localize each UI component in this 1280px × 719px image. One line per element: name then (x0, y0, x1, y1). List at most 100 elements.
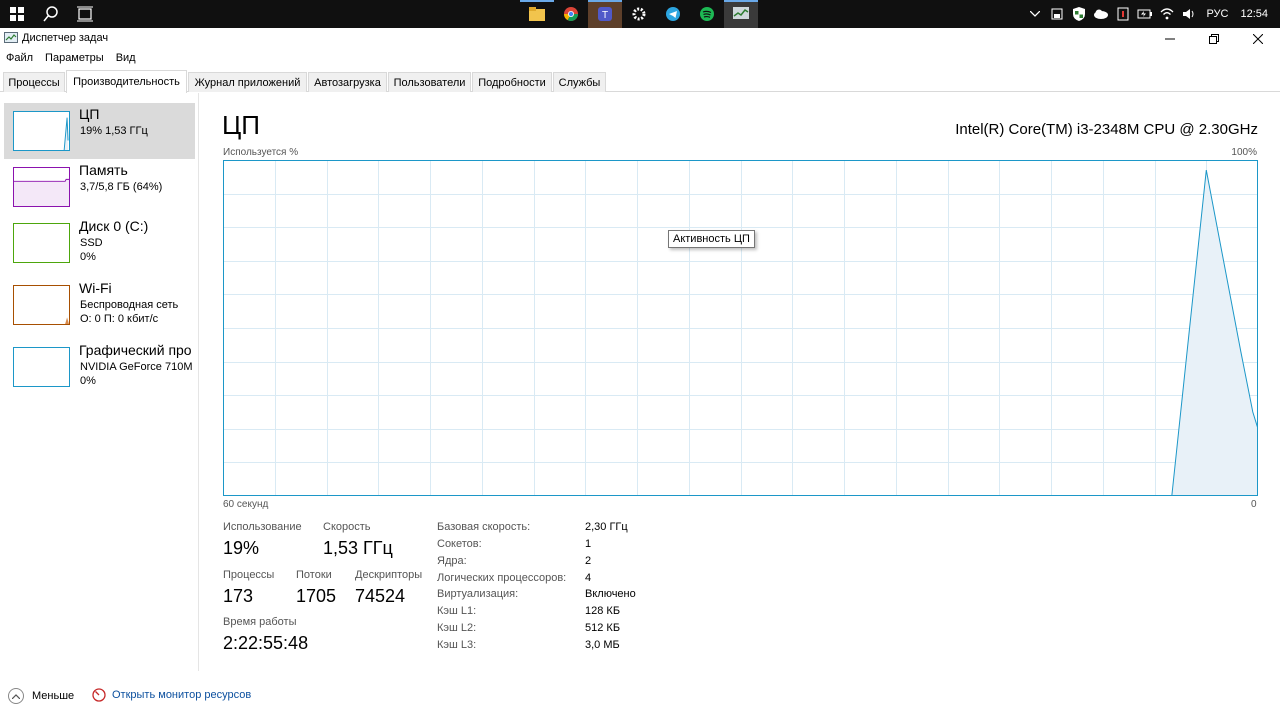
explorer-app[interactable] (520, 0, 554, 28)
threads-value: 1705 (296, 586, 337, 606)
minimize-icon (1165, 38, 1175, 40)
resource-wifi[interactable]: Wi-Fi Беспроводная сеть О: 0 П: 0 кбит/с (4, 277, 195, 333)
maximize-button[interactable] (1192, 28, 1236, 50)
resource-detail: SSD (80, 237, 103, 249)
spec-value: 4 (585, 572, 592, 584)
resource-cpu[interactable]: ЦП 19% 1,53 ГГц (4, 103, 195, 159)
resource-name: Графический про (79, 342, 192, 358)
usage-value: 19% (223, 538, 260, 558)
chevron-up-icon[interactable] (1024, 0, 1046, 28)
menu-options[interactable]: Параметры (39, 50, 110, 68)
chevron-up-icon (8, 688, 24, 704)
chrome-icon (564, 7, 578, 21)
clock[interactable]: 12:54 (1234, 8, 1280, 20)
settings-app[interactable] (622, 0, 656, 28)
svg-text:T: T (602, 10, 608, 21)
close-button[interactable] (1236, 28, 1280, 50)
resource-usage: 0% (80, 375, 96, 387)
resource-gpu[interactable]: Графический про NVIDIA GeForce 710M 0% (4, 339, 195, 395)
spec-label: Сокетов: (437, 538, 482, 550)
cpu-model: Intel(R) Core(TM) i3-2348M CPU @ 2.30GHz (955, 121, 1258, 138)
graph-tooltip: Активность ЦП (668, 230, 755, 248)
flash-drive-icon[interactable] (1112, 0, 1134, 28)
handles-value: 74524 (355, 586, 406, 606)
tab-services[interactable]: Службы (553, 72, 606, 92)
window-title: Диспетчер задач (22, 32, 109, 44)
open-resource-monitor-link[interactable]: Открыть монитор ресурсов (92, 688, 251, 702)
graph-time-zero: 0 (1251, 499, 1257, 510)
shield-icon[interactable] (1068, 0, 1090, 28)
spotify-app[interactable] (690, 0, 724, 28)
spec-label: Кэш L1: (437, 605, 477, 617)
usage-label: Использование (223, 521, 302, 533)
memory-thumbnail-graph (13, 167, 70, 207)
wifi-icon[interactable] (1156, 0, 1178, 28)
spec-value: 512 КБ (585, 622, 621, 634)
graph-time-span: 60 секунд (223, 499, 269, 510)
threads-label: Потоки (296, 569, 332, 581)
tab-bar: Процессы Производительность Журнал прило… (0, 70, 1280, 93)
chrome-app[interactable] (554, 0, 588, 28)
resource-detail: Беспроводная сеть (80, 299, 179, 311)
task-manager-app[interactable] (724, 0, 758, 28)
tab-details[interactable]: Подробности (472, 72, 552, 92)
resource-detail: NVIDIA GeForce 710M (80, 361, 193, 373)
telegram-app[interactable] (656, 0, 690, 28)
menu-bar: Файл Параметры Вид (0, 50, 142, 68)
task-manager-icon (4, 32, 18, 43)
resource-usage: 0% (80, 251, 96, 263)
spec-label: Ядра: (437, 555, 467, 567)
resource-name: Диск 0 (C:) (79, 218, 149, 234)
spec-value: 1 (585, 538, 592, 550)
tab-app-history[interactable]: Журнал приложений (188, 72, 307, 92)
tab-performance[interactable]: Производительность (66, 70, 187, 93)
minimize-button[interactable] (1148, 28, 1192, 50)
tab-processes[interactable]: Процессы (3, 72, 65, 92)
processes-label: Процессы (223, 569, 275, 581)
resource-detail: 3,7/5,8 ГБ (64%) (80, 181, 163, 193)
open-resource-monitor-label: Открыть монитор ресурсов (112, 689, 252, 701)
input-language[interactable]: РУС (1200, 8, 1234, 20)
tab-users[interactable]: Пользователи (388, 72, 471, 92)
spec-value: 2,30 ГГц (585, 521, 628, 533)
tray-app-icon[interactable] (1046, 0, 1068, 28)
resource-list: ЦП 19% 1,53 ГГц Память 3,7/5,8 ГБ (64%) … (0, 93, 199, 671)
taskbar: T РУС 12:54 (0, 0, 1280, 28)
tab-startup[interactable]: Автозагрузка (308, 72, 387, 92)
teams-icon: T (598, 7, 612, 21)
close-icon (1253, 34, 1263, 44)
search-button[interactable] (34, 0, 68, 28)
resource-name: Wi-Fi (79, 280, 112, 296)
cloud-icon[interactable] (1090, 0, 1112, 28)
menu-view[interactable]: Вид (110, 50, 142, 68)
gear-icon (632, 7, 646, 21)
title-bar: Диспетчер задач (0, 28, 1280, 50)
fewer-details-button[interactable]: Меньше (8, 688, 74, 704)
menu-file[interactable]: Файл (0, 50, 39, 68)
resource-memory[interactable]: Память 3,7/5,8 ГБ (64%) (4, 159, 195, 215)
spec-label: Кэш L3: (437, 639, 477, 651)
resource-disk[interactable]: Диск 0 (C:) SSD 0% (4, 215, 195, 271)
task-view-button[interactable] (68, 0, 102, 28)
spotify-icon (700, 7, 714, 21)
search-icon (43, 6, 58, 22)
windows-logo-icon (10, 7, 24, 21)
telegram-icon (666, 7, 680, 21)
battery-icon[interactable] (1134, 0, 1156, 28)
task-manager-icon (733, 7, 749, 19)
resource-detail: 19% 1,53 ГГц (80, 125, 148, 137)
restore-icon (1209, 34, 1219, 44)
spec-value: 128 КБ (585, 605, 621, 617)
handles-label: Дескрипторы (355, 569, 423, 581)
spec-label: Базовая скорость: (437, 521, 531, 533)
spec-label: Логических процессоров: (437, 572, 567, 584)
cpu-usage-graph[interactable] (223, 160, 1258, 496)
gpu-thumbnail-graph (13, 347, 70, 387)
uptime-value: 2:22:55:48 (223, 633, 309, 653)
start-button[interactable] (0, 0, 34, 28)
teams-app[interactable]: T (588, 0, 622, 28)
volume-icon[interactable] (1178, 0, 1200, 28)
page-title: ЦП (222, 110, 260, 140)
task-view-icon (77, 6, 93, 22)
graph-y-label: Используется % (223, 147, 299, 158)
